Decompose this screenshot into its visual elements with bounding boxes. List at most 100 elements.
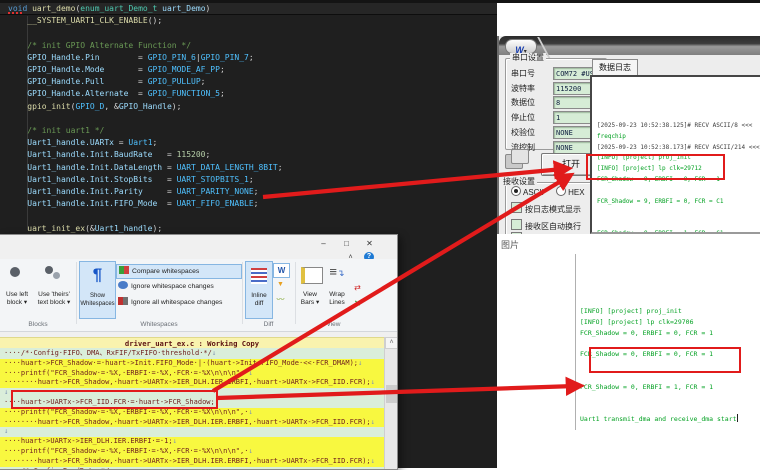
radio-hex[interactable]: HEX <box>556 188 584 197</box>
pilcrow-icon: ¶ <box>80 262 115 288</box>
radio-row: ASCII HEX <box>511 186 585 199</box>
inline-diff-button[interactable]: Inlinediff <box>245 261 273 319</box>
code-token: UART_STOPBITS_1 <box>177 175 249 184</box>
word-diff-icon[interactable]: W <box>273 263 290 278</box>
code-line: uart_init_ex(&Uart1_handle); <box>8 223 162 235</box>
code-line: Uart1_handle.Init.DataLength = UART_DATA… <box>8 162 283 174</box>
code-token: = <box>143 187 177 196</box>
code-token: ; <box>153 138 158 147</box>
log-line: [2025-09-23 10:52:38.125]# RECV ASCII/8 … <box>597 121 752 132</box>
view-bars-button[interactable]: ViewBars ▾ <box>297 261 323 317</box>
eol-icon: ↓ <box>371 418 375 426</box>
setting-label: 停止位 <box>511 113 535 122</box>
code-token: = <box>114 138 128 147</box>
code-token: gpio_init <box>27 102 70 111</box>
code-token: (); <box>148 16 162 25</box>
code-token: ; <box>249 53 254 62</box>
code-token: = <box>100 53 148 62</box>
code-token: uart_init_ex <box>27 224 85 233</box>
code-token: GPIO_Handle <box>119 102 172 111</box>
code-token <box>8 163 27 172</box>
log-line: Uart1 transmit_dma and receive_dma start <box>580 414 738 425</box>
code-token: ; <box>201 77 206 86</box>
code-token <box>8 224 27 233</box>
checkbox-log-mode[interactable]: 按日志模式显示 <box>511 202 581 215</box>
code-token: ; <box>254 187 259 196</box>
ribbon-group-diff: Diff <box>242 321 295 328</box>
use-left-block-button[interactable]: Use leftblock ▾ <box>1 261 33 317</box>
checkbox-icon <box>511 232 522 234</box>
ribbon-toolbar: Use leftblock ▾ Use 'theirs'text block ▾… <box>0 259 397 332</box>
tab-data-log[interactable]: 数据日志 <box>592 59 638 76</box>
wrap-lines-button[interactable]: ≡↴ WrapLines <box>324 261 350 317</box>
code-token: 115200 <box>177 150 206 159</box>
code-token <box>8 102 27 111</box>
wrap-lines-icon: ≡↴ <box>324 261 350 284</box>
ignore-whitespace-icon <box>118 281 128 289</box>
maximize-button[interactable]: □ <box>339 238 354 250</box>
receive-settings-group-title: 接收设置 <box>501 177 537 186</box>
swap-arrows-icon[interactable]: ⇄ <box>350 281 365 294</box>
setting-label: 数据位 <box>511 98 535 107</box>
setting-label: 校验位 <box>511 128 535 137</box>
eol-icon: ↓ <box>358 359 362 367</box>
setting-label: 波特率 <box>511 84 535 93</box>
ignore-whitespace-changes-button[interactable]: Ignore whitespace changes <box>116 280 240 293</box>
diff-line: ········huart->FCR_Shadow,·huart->UARTx-… <box>0 418 384 428</box>
code-token: ; <box>220 89 225 98</box>
code-token: GPIO_FUNCTION_5 <box>148 89 220 98</box>
code-token: = <box>153 175 177 184</box>
app-logo-button[interactable]: W▾ <box>505 39 537 54</box>
block-icon <box>10 267 20 277</box>
code-token: GPIO_Handle.Mode <box>27 65 104 74</box>
use-theirs-block-button[interactable]: Use 'theirs'text block ▾ <box>33 261 75 317</box>
scroll-up-arrow[interactable]: ˄ <box>385 337 398 349</box>
eol-icon: ↓ <box>212 349 216 357</box>
eol-icon: ↓ <box>4 427 8 435</box>
eol-icon: ↓ <box>173 437 177 445</box>
show-whitespaces-button[interactable]: ¶ ShowWhitespaces <box>79 261 116 319</box>
checkbox-clipped[interactable] <box>511 232 525 234</box>
green-x-icon[interactable]: ✕ <box>350 297 365 310</box>
code-token: Uart1_handle <box>95 224 153 233</box>
radio-ascii[interactable]: ASCII <box>511 188 544 197</box>
serial-settings-group-title: 串口设置 <box>510 53 546 62</box>
log-line: freqchip <box>597 132 626 143</box>
inline-diff-icon <box>251 268 267 284</box>
ignore-all-whitespace-icon <box>118 297 128 305</box>
editor-top-strip <box>0 0 760 3</box>
code-token: GPIO_Handle.Pin <box>27 53 99 62</box>
diff-line: ····printf("FCR_Shadow·=·%X,·ERBFI·=·%X,… <box>0 408 384 418</box>
ignore-all-whitespace-button[interactable]: Ignore all whitespace changes <box>116 296 240 309</box>
diff-line-text: ····/*·Config·FIFO、DMA、RxFIF/TxFIFO·thre… <box>4 349 212 357</box>
code-token: UART_FIFO_ENABLE <box>177 199 254 208</box>
annotation-box-upper-log <box>586 154 725 180</box>
checkbox-auto-wrap[interactable]: 接收区自动换行 <box>511 219 581 232</box>
filter-funnel-icon[interactable]: ▼ <box>273 278 288 291</box>
diff-line: ········huart->FCR_Shadow,·huart->UARTx-… <box>0 378 384 388</box>
diff-line: ····printf("FCR_Shadow·=·%X,·ERBFI·=·%X,… <box>0 369 384 379</box>
diff-line-text: ········huart->FCR_Shadow,·huart->UARTx-… <box>4 457 371 465</box>
block-icon <box>45 266 53 274</box>
radio-hex-icon <box>556 186 566 196</box>
eol-icon: ↓ <box>371 457 375 465</box>
code-token: /* init uart1 */ <box>27 126 104 135</box>
diff-line: ····/*·Config·FIFO、DMA、RxFIF/TxFIFO·thre… <box>0 349 384 359</box>
pages-icon-front <box>511 149 529 164</box>
scrollbar[interactable]: ˄ <box>384 337 398 469</box>
scrollbar-thumb[interactable] <box>386 385 397 403</box>
code-line: /* init GPIO Alternate Function */ <box>8 40 191 52</box>
merge-tool-window: – □ ✕ ˄ ? Use leftblock ▾ Use 'theirs'te… <box>0 234 398 470</box>
code-token: GPIO_D <box>75 102 104 111</box>
code-line: Uart1_handle.UARTx = Uart1; <box>8 137 157 149</box>
zigzag-icon[interactable]: 〰 <box>273 293 288 306</box>
code-token: UART_PARITY_NONE <box>177 187 254 196</box>
code-line: GPIO_Handle.Pull = GPIO_PULLUP; <box>8 76 206 88</box>
compare-whitespaces-button[interactable]: Compare whitespaces <box>116 264 242 279</box>
code-token <box>8 175 27 184</box>
minimize-button[interactable]: – <box>316 238 331 250</box>
log-line: [INFO] [project] proj_init <box>580 306 682 317</box>
code-token: = <box>153 150 177 159</box>
close-button[interactable]: ✕ <box>362 238 377 250</box>
code-token: ; <box>220 65 225 74</box>
